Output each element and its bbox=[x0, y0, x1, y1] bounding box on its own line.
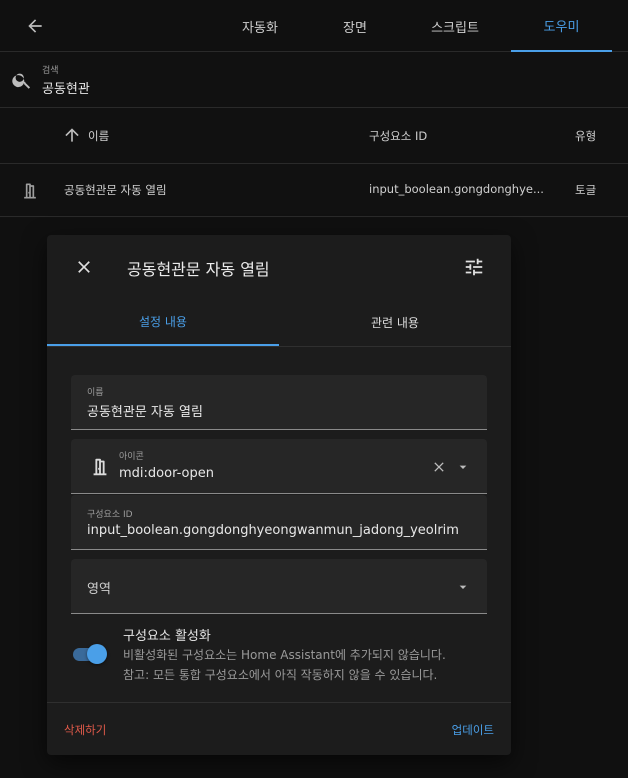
tab-scripts[interactable]: 스크립트 bbox=[400, 0, 510, 52]
entity-id-field[interactable]: 구성요소 ID input_boolean.gongdonghyeongwanm… bbox=[71, 495, 487, 550]
name-input[interactable]: 공동현관문 자동 열림 bbox=[87, 401, 203, 420]
row-type: 토글 bbox=[575, 183, 597, 197]
tab-settings[interactable]: 설정 내용 bbox=[47, 299, 279, 346]
name-field-label: 이름 bbox=[87, 388, 104, 398]
dialog-tabs: 설정 내용 관련 내용 bbox=[47, 299, 511, 347]
dialog-title: 공동현관문 자동 열림 bbox=[127, 260, 270, 279]
column-entity-id-header[interactable]: 구성요소 ID bbox=[369, 128, 427, 144]
chevron-down-icon[interactable] bbox=[455, 579, 471, 595]
entity-settings-dialog: 공동현관문 자동 열림 설정 내용 관련 내용 이름 공동현관문 자동 열림 아… bbox=[47, 235, 511, 755]
clear-icon[interactable] bbox=[431, 459, 447, 475]
tab-related[interactable]: 관련 내용 bbox=[279, 299, 511, 346]
door-open-icon bbox=[24, 183, 36, 199]
area-select[interactable]: 영역 bbox=[71, 559, 487, 614]
enabled-toggle[interactable] bbox=[71, 643, 109, 665]
enabled-description: 비활성화된 구성요소는 Home Assistant에 추가되지 않습니다. 참… bbox=[123, 645, 446, 685]
enabled-title: 구성요소 활성화 bbox=[123, 629, 211, 644]
name-field[interactable]: 이름 공동현관문 자동 열림 bbox=[71, 375, 487, 430]
tab-automations[interactable]: 자동화 bbox=[210, 0, 310, 52]
chevron-down-icon[interactable] bbox=[455, 459, 471, 475]
column-name-header[interactable]: 이름 bbox=[88, 128, 109, 144]
back-button[interactable] bbox=[20, 11, 50, 41]
update-button[interactable]: 업데이트 bbox=[452, 722, 494, 738]
dialog-footer: 삭제하기 업데이트 bbox=[47, 702, 511, 755]
entity-id-field-label: 구성요소 ID bbox=[87, 510, 133, 520]
row-name: 공동현관문 자동 열림 bbox=[64, 183, 167, 197]
tune-icon bbox=[465, 258, 483, 276]
toggle-thumb bbox=[87, 644, 107, 664]
table-row[interactable]: 공동현관문 자동 열림 input_boolean.gongdonghye...… bbox=[0, 165, 628, 217]
delete-button[interactable]: 삭제하기 bbox=[64, 722, 106, 738]
tab-scenes[interactable]: 장면 bbox=[310, 0, 400, 52]
advanced-settings-button[interactable] bbox=[461, 254, 487, 280]
search-label: 검색 bbox=[42, 66, 59, 76]
arrow-up-icon[interactable] bbox=[62, 125, 82, 145]
icon-input[interactable]: mdi:door-open bbox=[119, 466, 214, 481]
enabled-description-line2: 참고: 모든 통합 구성요소에서 아직 작동하지 않을 수 있습니다. bbox=[123, 668, 438, 682]
tab-helpers[interactable]: 도우미 bbox=[511, 0, 612, 52]
search-input[interactable]: 공동현관 bbox=[42, 78, 90, 97]
door-open-icon bbox=[93, 458, 107, 476]
column-type-header[interactable]: 유형 bbox=[575, 128, 596, 144]
row-entity-id: input_boolean.gongdonghye... bbox=[369, 182, 544, 196]
close-button[interactable] bbox=[71, 254, 97, 280]
enabled-description-line1: 비활성화된 구성요소는 Home Assistant에 추가되지 않습니다. bbox=[123, 648, 446, 662]
top-app-bar: 자동화 장면 스크립트 도우미 bbox=[0, 0, 628, 52]
icon-field-label: 아이콘 bbox=[119, 452, 144, 462]
close-icon bbox=[78, 261, 90, 273]
icon-picker-field[interactable]: 아이콘 mdi:door-open bbox=[71, 439, 487, 494]
search-field[interactable]: 검색 공동현관 bbox=[0, 52, 628, 108]
arrow-left-icon bbox=[28, 19, 42, 33]
entity-id-input[interactable]: input_boolean.gongdonghyeongwanmun_jadon… bbox=[87, 523, 459, 538]
table-header: 이름 구성요소 ID 유형 bbox=[0, 108, 628, 164]
area-select-label: 영역 bbox=[87, 582, 111, 597]
search-icon bbox=[12, 73, 31, 89]
